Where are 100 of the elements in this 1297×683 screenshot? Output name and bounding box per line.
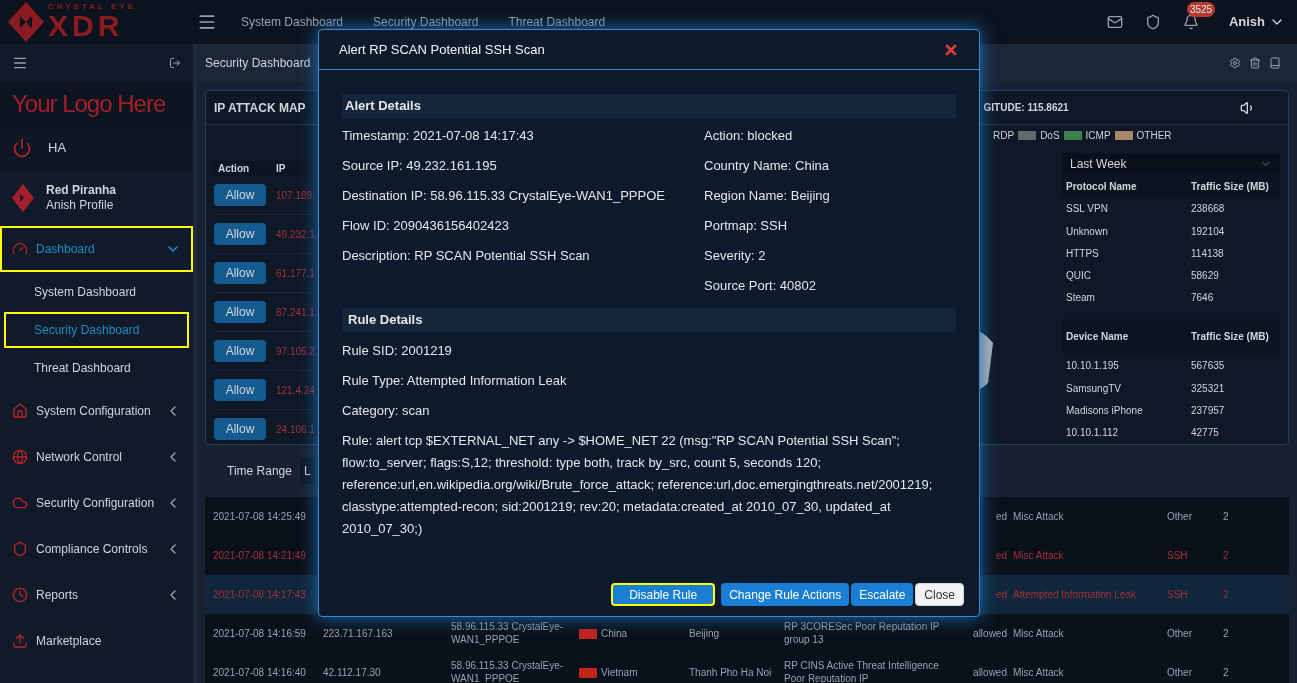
sidebar-submenu-item[interactable]: Security Dashboard <box>4 312 189 348</box>
table-cell-text: SSH <box>1167 549 1189 563</box>
table-cell-text: 567635 <box>1191 359 1225 374</box>
detail-text: Portmap: SSH <box>704 217 789 235</box>
sidebar-menu-item[interactable]: Security Configuration <box>0 480 193 526</box>
sidebar-menu-item[interactable]: Network Control <box>0 434 193 480</box>
table-cell-text: allowed <box>972 666 1007 680</box>
allow-button[interactable]: Allow <box>214 379 266 401</box>
trash-icon[interactable] <box>1249 57 1261 69</box>
ha-label[interactable]: HA <box>48 138 67 158</box>
column-header: Device Name <box>1066 330 1130 345</box>
sidebar-menu-item[interactable]: Compliance Controls <box>0 526 193 572</box>
detail-text: Region Name: Beijing <box>704 187 830 205</box>
table-cell-text: 2021-07-08 14:25:49 <box>213 510 307 524</box>
sidebar-menu-item[interactable]: Marketplace <box>0 618 193 664</box>
power-icon <box>12 138 32 158</box>
detail-text: Rule: alert tcp $EXTERNAL_NET any -> $HOME_NET 22 (msg:"RP SCAN Potential SSH Scan"; flow:to_server; flags:S,12; threshold: type both, track by_src, count 5, seconds 120; reference:url,en.wikipedia.org/wiki/Brute_force_attack; reference:url,doc.emergingthreats.net/2001219; classtype:attempted-recon; sid:2001219; rev:20; metadata:created_at 2010_07_30, updated_at 2010_07_30;) <box>342 432 934 538</box>
mail-icon[interactable] <box>1106 14 1123 30</box>
nav-link[interactable]: Security Dashboard <box>373 13 479 31</box>
allow-button[interactable]: Allow <box>214 184 266 206</box>
sidebar-menu-item[interactable]: Dashboard <box>0 226 193 272</box>
time-range-select[interactable]: L <box>299 458 315 484</box>
bell-icon[interactable] <box>1182 14 1199 30</box>
legend-label: DoS <box>1040 128 1060 143</box>
table-cell-text: 42775 <box>1191 426 1219 441</box>
profile-subtitle: Anish Profile <box>46 198 115 213</box>
dialog-button[interactable]: Change Rule Actions <box>721 583 850 606</box>
shield-icon[interactable] <box>1144 14 1161 30</box>
table-cell-text: ed <box>994 588 1007 602</box>
table-cell-text: 10.10.1.112 <box>1066 426 1120 441</box>
table-cell-text: Other <box>1167 510 1193 524</box>
table-cell-text: 2021-07-08 14:16:59 <box>213 627 307 641</box>
legend-label: RDP <box>993 128 1015 143</box>
dialog-button[interactable]: Disable Rule <box>611 583 716 606</box>
table-cell-text: Vietnam <box>601 666 638 680</box>
table-cell-text: Madisons iPhone <box>1066 404 1144 418</box>
table-cell-text: SamsungTV <box>1066 381 1123 396</box>
allow-button[interactable]: Allow <box>214 340 266 362</box>
column-header: Traffic Size (MB) <box>1191 179 1269 194</box>
detail-text: Description: RP SCAN Potential SSH Scan <box>342 247 591 265</box>
logo-wordmark: XDR <box>48 11 125 41</box>
table-cell-text: 2 <box>1223 627 1230 641</box>
table-cell-text: 58.96.115.33 CrystalEye-WAN1_PPPOE <box>451 660 565 683</box>
detail-text: Severity: 2 <box>704 247 767 265</box>
logout-icon[interactable] <box>169 57 181 69</box>
table-cell-text: RP CINS Active Threat Intelligence Poor Reputation IP <box>784 660 940 683</box>
table-cell-text: 2 <box>1223 588 1230 602</box>
book-icon[interactable] <box>1269 57 1281 69</box>
section-heading: Rule Details <box>342 308 956 332</box>
table-cell-text: SSH <box>1167 588 1189 602</box>
table-cell-text: Misc Attack <box>1012 510 1065 524</box>
ip-cell-text: 24.106.1 <box>276 422 315 437</box>
table-cell-text: 42.112.17.30 <box>323 666 382 680</box>
period-select[interactable]: Last Week <box>1062 153 1280 175</box>
flag-icon <box>579 628 597 639</box>
table-cell-text: 2021-07-08 14:21:49 <box>213 549 307 563</box>
event-row[interactable]: 2021-07-08 14:16:59 223.71.167.163 58.96.115.33 CrystalEye-WAN1_PPPOE China Beijing RP 3CORESec Poor Reputation IP group 13 allowed Misc Attack Other 2 <box>205 614 1289 653</box>
user-menu[interactable]: Anish <box>1228 12 1285 32</box>
table-cell-text: China <box>601 627 628 641</box>
nav-link[interactable]: System Dashboard <box>241 13 344 31</box>
legend-label: ICMP <box>1085 128 1111 143</box>
allow-button[interactable]: Allow <box>214 418 266 440</box>
table-cell-text: 58629 <box>1191 269 1219 284</box>
dialog-button[interactable]: Close <box>915 583 964 606</box>
table-cell-text: Steam <box>1066 291 1096 306</box>
settings-icon[interactable] <box>1229 57 1241 69</box>
detail-text: Source Port: 40802 <box>704 277 818 295</box>
table-cell-text: ed <box>994 549 1007 563</box>
allow-button[interactable]: Allow <box>214 262 266 284</box>
ip-cell-text: 49.232.1 <box>276 227 315 242</box>
sidebar-submenu-item[interactable]: System Dashboard <box>4 274 189 310</box>
table-cell-text: ed <box>994 510 1007 524</box>
profile-name: Red Piranha <box>46 183 117 198</box>
allow-button[interactable]: Allow <box>214 223 266 245</box>
detail-text: Category: scan <box>342 402 431 420</box>
event-row[interactable]: 2021-07-08 14:16:40 42.112.17.30 58.96.115.33 CrystalEye-WAN1_PPPOE Vietnam Thanh Pho Ha Noi RP CINS Active Threat Intelligence Poor Reputation IP allowed Misc Attack Other 2 <box>205 653 1289 683</box>
detail-text: Country Name: China <box>704 157 830 175</box>
dialog-button[interactable]: Escalate <box>851 583 914 606</box>
table-cell-text: Unknown <box>1066 224 1109 239</box>
detail-text: Rule SID: 2001219 <box>342 342 453 360</box>
sidebar-menu-item[interactable]: System Configuration <box>0 388 193 434</box>
table-cell-text: 325321 <box>1191 381 1225 396</box>
table-cell-text: Misc Attack <box>1012 666 1065 680</box>
sidebar-menu-item[interactable]: Reports <box>0 572 193 618</box>
table-cell-text: 2 <box>1223 666 1230 680</box>
table-cell-text: 58.96.115.33 CrystalEye-WAN1_PPPOE <box>451 621 565 646</box>
detail-text: Source IP: 49.232.161.195 <box>342 157 498 175</box>
allow-button[interactable]: Allow <box>214 301 266 323</box>
notification-badge: 3525 <box>1186 2 1216 17</box>
table-cell-text: SSL VPN <box>1066 202 1109 217</box>
table-cell-text: Attempted Information Leak <box>1012 588 1137 602</box>
table-cell-text: 10.10.1.195 <box>1066 359 1120 374</box>
table-cell-text: 192104 <box>1191 224 1225 239</box>
table-cell-text: 114138 <box>1191 246 1224 261</box>
column-header: IP <box>276 162 286 176</box>
sidebar-submenu-item[interactable]: Threat Dashboard <box>4 350 189 386</box>
ip-cell-text: 97.105.2 <box>276 344 315 359</box>
table-cell-text: 237957 <box>1191 404 1225 418</box>
column-header: Traffic Size (MB) <box>1191 330 1270 345</box>
nav-link[interactable]: Threat Dashboard <box>508 13 606 31</box>
